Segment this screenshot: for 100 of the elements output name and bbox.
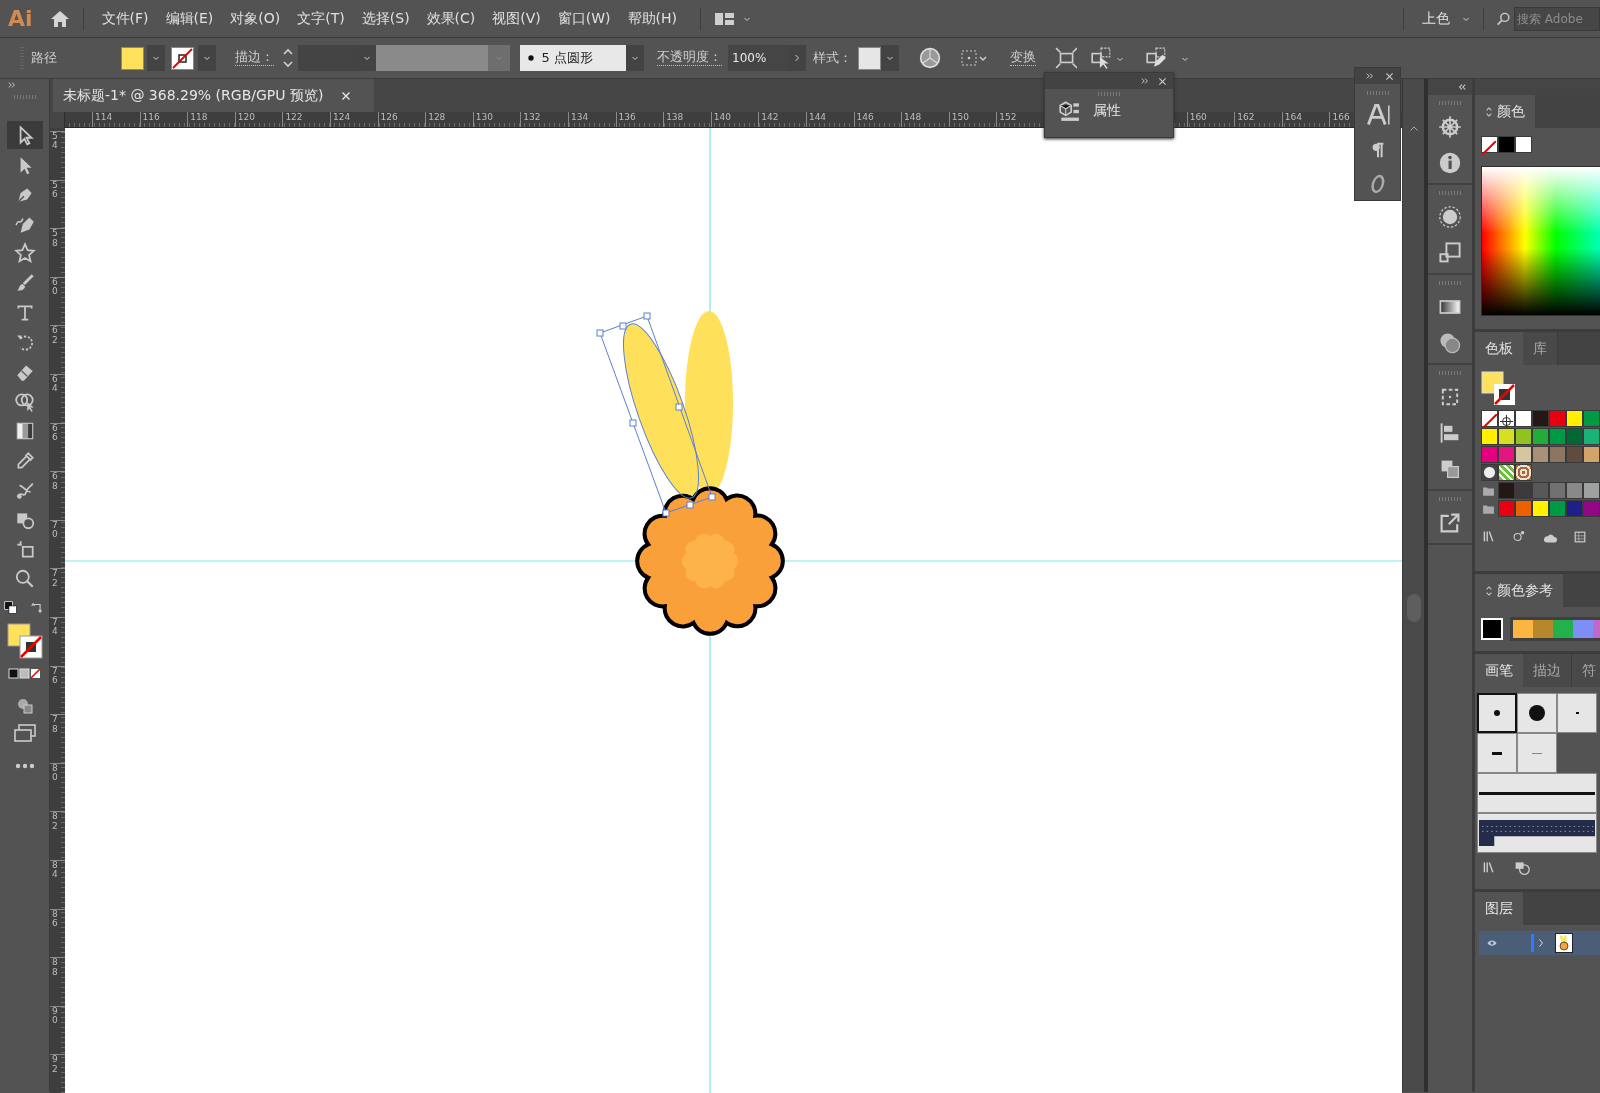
collapse-icon[interactable] bbox=[1456, 83, 1468, 91]
quick-swatch[interactable] bbox=[1498, 136, 1515, 153]
pattern-swatch[interactable] bbox=[1498, 464, 1515, 482]
more-tools-icon[interactable] bbox=[14, 763, 35, 770]
transform-link[interactable]: 变换 bbox=[1009, 50, 1036, 66]
harmony-swatch[interactable] bbox=[1512, 620, 1533, 638]
select-similar-icon[interactable] bbox=[1090, 47, 1112, 69]
pattern-swatch[interactable] bbox=[1481, 464, 1498, 482]
sort-arrows-icon[interactable] bbox=[1485, 105, 1493, 118]
color-panel-tab[interactable]: 颜色 bbox=[1475, 95, 1535, 128]
brush-definition-field[interactable]: 5 点圆形 bbox=[519, 45, 626, 71]
overlapping-circles-icon[interactable] bbox=[1438, 331, 1462, 355]
color-swatch[interactable] bbox=[1481, 428, 1498, 446]
harmony-swatch[interactable] bbox=[1552, 620, 1573, 638]
visibility-eye-icon[interactable] bbox=[1485, 938, 1499, 948]
brush-preset[interactable] bbox=[1477, 813, 1597, 853]
variable-width-field[interactable] bbox=[375, 45, 488, 71]
color-swatch[interactable] bbox=[1532, 428, 1549, 446]
color-swatch[interactable] bbox=[1583, 446, 1600, 464]
document-tab[interactable]: 未标题-1* @ 368.29% (RGB/GPU 预览) bbox=[53, 79, 374, 112]
color-swatch[interactable] bbox=[1532, 410, 1549, 428]
recolor-edit-icon[interactable] bbox=[1144, 47, 1167, 69]
color-swatch[interactable] bbox=[1498, 482, 1515, 500]
align-grid-icon[interactable] bbox=[960, 48, 990, 69]
menu-item[interactable]: 编辑(E) bbox=[159, 8, 220, 29]
color-swatch[interactable] bbox=[1583, 410, 1600, 428]
stepper-icon[interactable] bbox=[280, 46, 295, 70]
harmony-swatch[interactable] bbox=[1532, 620, 1553, 638]
tool-button[interactable] bbox=[6, 121, 43, 149]
color-swatch[interactable] bbox=[1549, 428, 1566, 446]
color-swatch[interactable] bbox=[1549, 500, 1566, 518]
menu-item[interactable]: 文字(T) bbox=[291, 8, 351, 29]
workspace-switcher[interactable]: 上色 bbox=[1416, 8, 1456, 29]
expand-icon[interactable] bbox=[6, 81, 17, 89]
search-field[interactable]: 搜索 Adobe bbox=[1514, 6, 1600, 31]
none-swatch[interactable] bbox=[1481, 136, 1498, 153]
opacity-label[interactable]: 不透明度： bbox=[656, 50, 722, 66]
color-swatch[interactable] bbox=[1583, 428, 1600, 446]
panel-tab[interactable]: 符 bbox=[1572, 654, 1600, 687]
none-swatch[interactable] bbox=[1481, 410, 1498, 428]
opacity-field[interactable]: 100% bbox=[728, 45, 788, 71]
screen-mode-icon[interactable] bbox=[12, 722, 37, 743]
color-swatch[interactable] bbox=[1566, 482, 1583, 500]
color-swatch[interactable] bbox=[1566, 428, 1583, 446]
properties-icon[interactable] bbox=[1058, 99, 1080, 122]
swap-arrows-icon[interactable] bbox=[31, 601, 45, 615]
color-swatch[interactable] bbox=[1549, 410, 1566, 428]
style-swatch[interactable] bbox=[858, 46, 881, 70]
expand-icon[interactable] bbox=[1140, 77, 1150, 85]
color-swatch[interactable] bbox=[1532, 482, 1549, 500]
color-swatch[interactable] bbox=[1515, 446, 1532, 464]
fill-stroke-indicator[interactable] bbox=[1481, 371, 1517, 407]
brush-preset[interactable] bbox=[1517, 693, 1557, 733]
menu-item[interactable]: 选择(S) bbox=[355, 8, 416, 29]
color-swatch[interactable] bbox=[1498, 500, 1515, 518]
color-spectrum[interactable] bbox=[1481, 166, 1600, 316]
brush-preset[interactable] bbox=[1477, 693, 1517, 733]
properties-label[interactable]: 属性 bbox=[1093, 100, 1121, 121]
pattern-swatch[interactable] bbox=[1515, 464, 1532, 482]
fill-swatch[interactable] bbox=[120, 46, 144, 70]
sort-arrows-icon[interactable] bbox=[1485, 584, 1493, 597]
color-swatch[interactable] bbox=[1515, 482, 1532, 500]
expand-icon[interactable] bbox=[1365, 72, 1375, 80]
folder-icon[interactable] bbox=[1481, 484, 1496, 497]
recolor-icon[interactable] bbox=[918, 47, 941, 69]
quick-swatch[interactable] bbox=[1515, 136, 1532, 153]
color-swatch[interactable] bbox=[1481, 446, 1498, 464]
isolate-icon[interactable] bbox=[1055, 47, 1077, 69]
search-icon[interactable] bbox=[1496, 10, 1512, 27]
brush-preset[interactable] bbox=[1477, 773, 1597, 813]
color-swatch[interactable] bbox=[1566, 500, 1583, 518]
default-colors-icon[interactable] bbox=[4, 601, 18, 615]
color-guide-tab[interactable]: 颜色参考 bbox=[1475, 574, 1563, 607]
close-icon[interactable] bbox=[1158, 76, 1167, 86]
color-swatch[interactable] bbox=[1566, 410, 1583, 428]
layers-tab[interactable]: 图层 bbox=[1475, 892, 1523, 925]
color-modes-icon[interactable] bbox=[7, 667, 42, 680]
color-swatch[interactable] bbox=[1583, 500, 1600, 518]
menu-item[interactable]: 视图(V) bbox=[486, 8, 547, 29]
folder-icon[interactable] bbox=[1481, 502, 1496, 515]
color-swatch[interactable] bbox=[1549, 446, 1566, 464]
color-swatch[interactable] bbox=[1532, 446, 1549, 464]
menu-item[interactable]: 对象(O) bbox=[224, 8, 287, 29]
panel-tab[interactable]: 库 bbox=[1523, 332, 1558, 365]
color-swatch[interactable] bbox=[1549, 482, 1566, 500]
color-swatch[interactable] bbox=[1583, 482, 1600, 500]
menu-item[interactable]: 窗口(W) bbox=[551, 8, 617, 29]
wheel-icon[interactable] bbox=[1438, 115, 1462, 139]
color-swatch[interactable] bbox=[1566, 446, 1583, 464]
panel-tab[interactable]: 描边 bbox=[1523, 654, 1572, 687]
menu-item[interactable]: 帮助(H) bbox=[621, 8, 684, 29]
color-swatch[interactable] bbox=[1515, 500, 1532, 518]
color-swatch[interactable] bbox=[1515, 428, 1532, 446]
harmony-swatch[interactable] bbox=[1572, 620, 1593, 638]
export-icon[interactable] bbox=[1438, 511, 1462, 535]
color-swatch[interactable] bbox=[1532, 500, 1549, 518]
menu-item[interactable]: 效果(C) bbox=[420, 8, 482, 29]
color-swatch[interactable] bbox=[1498, 428, 1515, 446]
appearance-icon[interactable] bbox=[1438, 205, 1462, 229]
workspace-layout-icon[interactable] bbox=[713, 10, 736, 27]
